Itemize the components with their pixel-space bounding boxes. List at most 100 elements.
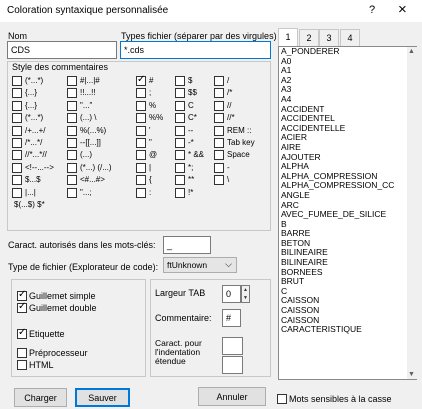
comment-style-checkbox[interactable] bbox=[214, 138, 224, 148]
comment-style-checkbox[interactable] bbox=[136, 162, 146, 173]
comment-style-checkbox[interactable] bbox=[136, 113, 146, 124]
comment-style-checkbox[interactable] bbox=[214, 100, 224, 111]
comment-style-checkbox[interactable] bbox=[12, 138, 22, 148]
comment-style-checkbox[interactable] bbox=[136, 100, 146, 111]
comment-style-checkbox[interactable] bbox=[67, 88, 77, 99]
keyword-list-item[interactable]: AVEC_FUMEE_DE_SILICE bbox=[279, 209, 416, 220]
save-button[interactable]: Sauver bbox=[75, 388, 130, 407]
filetype-label: Type de fichier (Explorateur de code): bbox=[8, 262, 159, 272]
comment-style-checkbox[interactable] bbox=[175, 113, 185, 124]
option-checkbox[interactable] bbox=[17, 301, 27, 313]
comment-style-checkbox[interactable] bbox=[214, 125, 224, 136]
case-sensitive-checkbox[interactable] bbox=[277, 394, 287, 404]
tab-2[interactable]: 2 bbox=[299, 29, 319, 46]
cancel-button[interactable]: Annuler bbox=[198, 387, 266, 406]
types-input[interactable]: *.cds bbox=[120, 41, 271, 59]
comment-style-checkbox[interactable] bbox=[175, 138, 185, 148]
comment-style-checkbox[interactable] bbox=[214, 113, 224, 124]
keyword-list-item[interactable]: A1 bbox=[279, 66, 416, 76]
comment-style-checkbox[interactable] bbox=[214, 88, 224, 99]
comment-style-title: Style des commentaires bbox=[12, 62, 109, 72]
comment-style-label: <!--...--> bbox=[25, 162, 54, 172]
option-checkbox[interactable] bbox=[17, 289, 27, 301]
option-checkbox[interactable] bbox=[17, 360, 27, 370]
comment-style-checkbox[interactable] bbox=[136, 125, 146, 136]
comment-style-label: //*...*// bbox=[25, 150, 47, 160]
keyword-list-item[interactable]: A2 bbox=[279, 75, 416, 86]
comment-style-checkbox[interactable] bbox=[136, 74, 146, 86]
tab-1[interactable]: 1 bbox=[278, 28, 298, 47]
keyword-scrollbar[interactable]: ▲ ▼ bbox=[407, 47, 417, 379]
keyword-list-item[interactable]: BRUT bbox=[279, 277, 416, 287]
spin-up-icon[interactable]: ▲ bbox=[242, 286, 249, 294]
comment-style-checkbox[interactable] bbox=[214, 162, 224, 173]
comment-style-label: !* bbox=[188, 187, 194, 197]
comment-style-checkbox[interactable] bbox=[67, 187, 77, 198]
keyword-list-item[interactable]: A0 bbox=[279, 56, 416, 67]
comment-style-checkbox[interactable] bbox=[67, 162, 77, 173]
spin-down-icon[interactable]: ▼ bbox=[242, 294, 249, 302]
comment-style-checkbox[interactable] bbox=[175, 187, 185, 198]
tab-4[interactable]: 4 bbox=[340, 29, 360, 46]
tab-3[interactable]: 3 bbox=[319, 29, 339, 46]
comment-style-checkbox[interactable] bbox=[175, 125, 185, 136]
option-checkbox[interactable] bbox=[17, 327, 27, 339]
comment-style-checkbox[interactable] bbox=[136, 187, 146, 198]
comment-style-checkbox[interactable] bbox=[12, 150, 22, 161]
comment-style-checkbox[interactable] bbox=[175, 162, 185, 173]
keyword-list-item[interactable]: ANGLE bbox=[279, 190, 416, 201]
comment-style-checkbox[interactable] bbox=[136, 138, 146, 148]
comment-style-label: Space bbox=[227, 150, 250, 160]
comment-style-checkbox[interactable] bbox=[67, 100, 77, 111]
comment-style-label: ; bbox=[149, 88, 152, 98]
filetype-select[interactable]: ftUnknown ⌵ bbox=[163, 257, 237, 273]
comment-style-checkbox[interactable] bbox=[67, 76, 77, 86]
keyword-list-item[interactable]: CARACTERISTIQUE bbox=[279, 325, 416, 335]
comment-style-checkbox[interactable] bbox=[175, 150, 185, 161]
comment-style-checkbox[interactable] bbox=[136, 88, 146, 99]
comment-style-checkbox[interactable] bbox=[12, 162, 22, 173]
comment-style-checkbox[interactable] bbox=[175, 100, 185, 111]
comment-style-checkbox[interactable] bbox=[214, 150, 224, 161]
comment-style-checkbox[interactable] bbox=[67, 125, 77, 136]
comment-style-checkbox[interactable] bbox=[175, 76, 185, 86]
comment-style-checkbox[interactable] bbox=[214, 175, 224, 186]
scroll-down-icon[interactable]: ▼ bbox=[408, 371, 415, 378]
chars-input[interactable]: _ bbox=[163, 236, 211, 254]
comment-style-checkbox[interactable] bbox=[12, 187, 22, 198]
keyword-items: A_PONDERER A0 A1 A2 A3 A4 ACCIDENT ACCIDENTEL AC… bbox=[279, 47, 416, 335]
option-checkbox[interactable] bbox=[17, 348, 27, 358]
comment-style-checkbox[interactable] bbox=[12, 88, 22, 99]
comment-style-checkbox[interactable] bbox=[67, 150, 77, 161]
comment-style-label: : bbox=[149, 187, 152, 197]
comment-style-checkbox[interactable] bbox=[136, 150, 146, 161]
tab-width-stepper[interactable]: ▲ ▼ bbox=[241, 285, 250, 303]
load-button[interactable]: Charger bbox=[14, 388, 67, 407]
option-label: Préprocesseur bbox=[29, 348, 88, 358]
close-icon[interactable]: × bbox=[398, 1, 407, 18]
comment-style-checkbox[interactable] bbox=[175, 88, 185, 99]
keyword-list[interactable]: A_PONDERER A0 A1 A2 A3 A4 ACCIDENT ACCIDENTEL AC… bbox=[278, 46, 417, 380]
comment-style-checkbox[interactable] bbox=[12, 125, 22, 136]
comment-style-label: // bbox=[227, 100, 232, 110]
comment-style-checkbox[interactable] bbox=[67, 175, 77, 186]
keyword-list-item[interactable]: A3 bbox=[279, 85, 416, 95]
scroll-up-icon[interactable]: ▲ bbox=[408, 48, 415, 55]
comment-style-checkbox[interactable] bbox=[12, 100, 22, 111]
comment-input[interactable]: # bbox=[222, 309, 241, 327]
indent-input-2[interactable] bbox=[222, 356, 243, 374]
keyword-list-item[interactable]: A_PONDERER bbox=[279, 47, 416, 57]
nom-input[interactable]: CDS bbox=[7, 41, 117, 59]
comment-style-checkbox[interactable] bbox=[136, 175, 146, 186]
comment-style-checkbox[interactable] bbox=[214, 76, 224, 86]
comment-style-checkbox[interactable] bbox=[12, 113, 22, 124]
comment-style-checkbox[interactable] bbox=[67, 113, 77, 124]
indent-input[interactable] bbox=[222, 337, 243, 355]
help-icon[interactable]: ? bbox=[369, 4, 375, 16]
tab-width-input[interactable]: 0 bbox=[222, 285, 241, 303]
comment-style-checkbox[interactable] bbox=[67, 138, 77, 148]
comment-style-checkbox[interactable] bbox=[12, 175, 22, 186]
comment-style-checkbox[interactable] bbox=[175, 175, 185, 186]
comment-style-label: - bbox=[227, 162, 230, 172]
comment-style-checkbox[interactable] bbox=[12, 76, 22, 86]
